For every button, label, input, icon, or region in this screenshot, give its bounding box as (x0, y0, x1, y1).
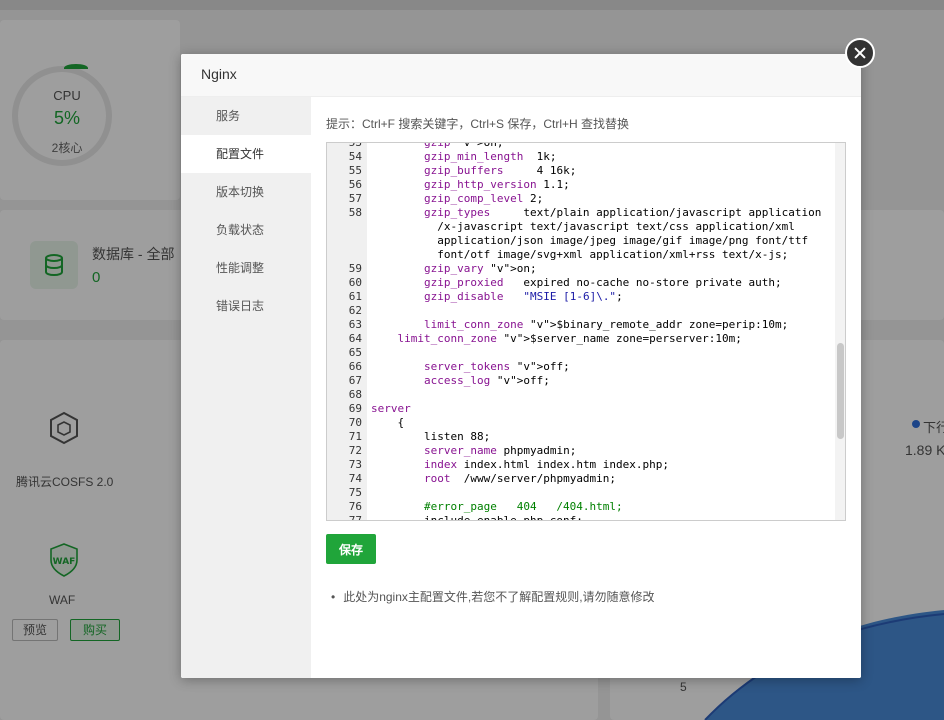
editor-line[interactable]: 74 root /www/server/phpmyadmin; (327, 472, 835, 486)
editor-line[interactable]: 69 server (327, 402, 835, 416)
editor-line[interactable]: 75 (327, 486, 835, 500)
line-code[interactable]: limit_conn_zone "v">$binary_remote_addr … (371, 318, 788, 332)
save-button[interactable]: 保存 (326, 534, 376, 564)
modal-header: Nginx (181, 54, 861, 97)
editor-line[interactable]: 62 (327, 304, 835, 318)
line-number: 63 (348, 318, 362, 331)
line-code[interactable]: server_name phpmyadmin; (371, 444, 576, 458)
line-number: 61 (348, 290, 362, 303)
line-code[interactable]: gzip_disable "MSIE [1-6]\."; (371, 290, 623, 304)
line-number: 60 (348, 276, 362, 289)
line-number: 74 (348, 472, 362, 485)
line-number: 67 (348, 374, 362, 387)
editor-line[interactable]: 53 gzip "v">on; (327, 142, 835, 150)
config-warning-note: 此处为nginx主配置文件,若您不了解配置规则,请勿随意修改 (331, 588, 654, 605)
editor-line[interactable]: 67 access_log "v">off; (327, 374, 835, 388)
line-code[interactable]: #error_page 404 /404.html; (371, 500, 623, 514)
config-panel: 提示：Ctrl+F 搜索关键字，Ctrl+S 保存，Ctrl+H 查找替换 53… (311, 97, 861, 678)
line-number: 55 (348, 164, 362, 177)
editor-line[interactable]: 72 server_name phpmyadmin; (327, 444, 835, 458)
editor-line[interactable]: 71 listen 88; (327, 430, 835, 444)
editor-line[interactable]: 55 gzip_buffers 4 16k; (327, 164, 835, 178)
line-number: 69 (348, 402, 362, 415)
editor-line[interactable]: 77 include enable-php.conf; (327, 514, 835, 521)
editor-line[interactable]: 60 gzip_proxied expired no-cache no-stor… (327, 276, 835, 290)
line-number: 76 (348, 500, 362, 513)
editor-line[interactable]: 61 gzip_disable "MSIE [1-6]\."; (327, 290, 835, 304)
editor-line[interactable]: 59 gzip_vary "v">on; (327, 262, 835, 276)
modal-sidebar: 服务 配置文件 版本切换 负载状态 性能调整 错误日志 (181, 97, 311, 678)
sidebar-item-service[interactable]: 服务 (181, 97, 311, 135)
line-number: 68 (348, 388, 362, 401)
editor-scrollbar[interactable] (835, 143, 845, 520)
editor-line[interactable]: 63 limit_conn_zone "v">$binary_remote_ad… (327, 318, 835, 332)
line-number: 53 (348, 142, 362, 149)
line-number: 62 (348, 304, 362, 317)
line-number: 65 (348, 346, 362, 359)
modal-title: Nginx (201, 66, 237, 82)
line-code[interactable]: font/otf image/svg+xml application/xml+r… (371, 248, 788, 262)
line-number: 71 (348, 430, 362, 443)
editor-line[interactable]: application/json image/jpeg image/gif im… (327, 234, 835, 248)
line-code[interactable]: listen 88; (371, 430, 490, 444)
line-number: 54 (348, 150, 362, 163)
line-code[interactable]: include enable-php.conf; (371, 514, 583, 520)
line-code[interactable]: gzip_buffers 4 16k; (371, 164, 576, 178)
line-code[interactable]: gzip_vary "v">on; (371, 262, 537, 276)
line-number: 56 (348, 178, 362, 191)
line-number: 66 (348, 360, 362, 373)
shortcut-tip: 提示：Ctrl+F 搜索关键字，Ctrl+S 保存，Ctrl+H 查找替换 (326, 117, 630, 131)
line-code[interactable]: gzip_http_version 1.1; (371, 178, 570, 192)
line-code[interactable]: gzip "v">on; (371, 143, 504, 150)
sidebar-item-performance[interactable]: 性能调整 (181, 249, 311, 287)
line-number: 58 (348, 206, 362, 219)
sidebar-item-load-status[interactable]: 负载状态 (181, 211, 311, 249)
line-code[interactable]: access_log "v">off; (371, 374, 550, 388)
editor-line[interactable]: font/otf image/svg+xml application/xml+r… (327, 248, 835, 262)
line-code[interactable]: application/json image/jpeg image/gif im… (371, 234, 808, 248)
editor-line[interactable]: 64 limit_conn_zone "v">$server_name zone… (327, 332, 835, 346)
sidebar-item-version-switch[interactable]: 版本切换 (181, 173, 311, 211)
editor-line[interactable]: /x-javascript text/javascript text/css a… (327, 220, 835, 234)
editor-line[interactable]: 54 gzip_min_length 1k; (327, 150, 835, 164)
line-code[interactable]: server (371, 402, 411, 416)
editor-line[interactable]: 58 gzip_types text/plain application/jav… (327, 206, 835, 220)
line-code[interactable]: index index.html index.htm index.php; (371, 458, 669, 472)
nginx-modal: Nginx 服务 配置文件 版本切换 负载状态 性能调整 错误日志 提示：Ctr… (181, 54, 861, 678)
editor-line[interactable]: 57 gzip_comp_level 2; (327, 192, 835, 206)
line-number: 75 (348, 486, 362, 499)
editor-line[interactable]: 73 index index.html index.htm index.php; (327, 458, 835, 472)
line-number: 73 (348, 458, 362, 471)
line-number: 59 (348, 262, 362, 275)
editor-line[interactable]: 66 server_tokens "v">off; (327, 360, 835, 374)
line-code[interactable]: limit_conn_zone "v">$server_name zone=pe… (371, 332, 742, 346)
sidebar-item-config-file[interactable]: 配置文件 (181, 135, 311, 173)
close-icon[interactable] (845, 38, 875, 68)
editor-lines[interactable]: 53 gzip "v">on; 54 gzip_min_length 1k; 55 … (327, 142, 835, 521)
editor-line[interactable]: 70 { (327, 416, 835, 430)
editor-line[interactable]: 56 gzip_http_version 1.1; (327, 178, 835, 192)
line-code[interactable]: gzip_comp_level 2; (371, 192, 543, 206)
line-code[interactable]: root /www/server/phpmyadmin; (371, 472, 616, 486)
line-code[interactable]: gzip_proxied expired no-cache no-store p… (371, 276, 782, 290)
line-number: 57 (348, 192, 362, 205)
line-code[interactable]: { (371, 416, 404, 430)
editor-line[interactable]: 65 (327, 346, 835, 360)
line-code[interactable]: gzip_types text/plain application/javasc… (371, 206, 821, 220)
line-number: 77 (348, 514, 362, 521)
code-editor[interactable]: 53 gzip "v">on; 54 gzip_min_length 1k; 55 … (326, 142, 846, 521)
editor-line[interactable]: 68 (327, 388, 835, 402)
sidebar-item-error-log[interactable]: 错误日志 (181, 287, 311, 325)
editor-scroll-thumb[interactable] (837, 343, 844, 439)
line-number: 64 (348, 332, 362, 345)
line-number: 72 (348, 444, 362, 457)
line-code[interactable]: /x-javascript text/javascript text/css a… (371, 220, 795, 234)
editor-line[interactable]: 76 #error_page 404 /404.html; (327, 500, 835, 514)
line-number: 70 (348, 416, 362, 429)
line-code[interactable]: server_tokens "v">off; (371, 360, 570, 374)
line-code[interactable]: gzip_min_length 1k; (371, 150, 556, 164)
